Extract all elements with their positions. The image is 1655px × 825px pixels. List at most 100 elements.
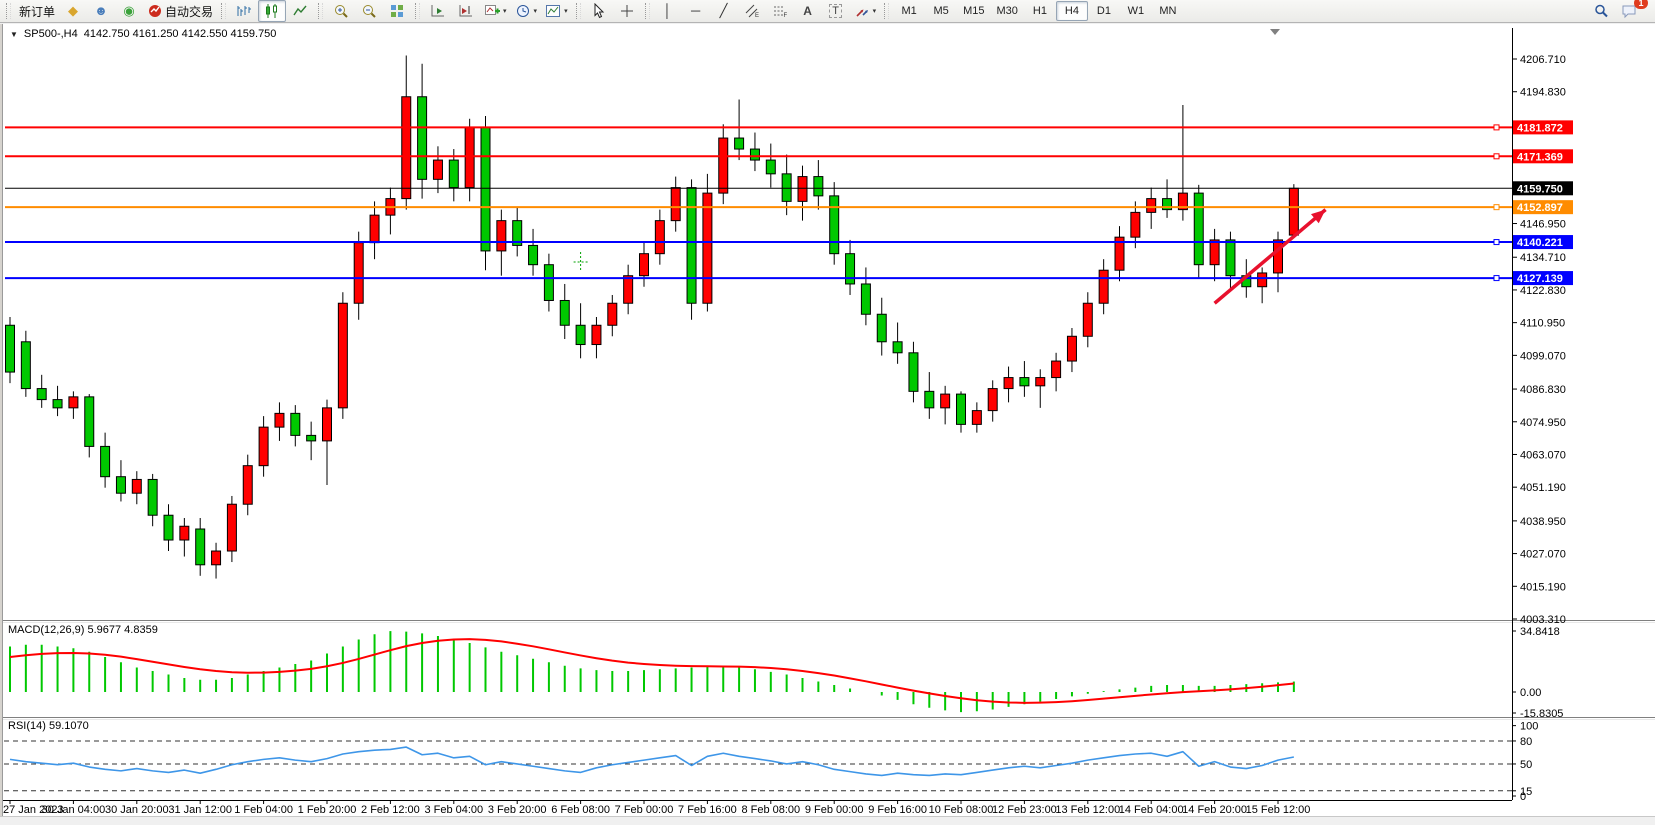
chart-window: 4206.7104194.8304146.9504134.7104122.830… bbox=[0, 24, 1655, 816]
zoom-out-button[interactable] bbox=[355, 0, 383, 22]
price-line[interactable] bbox=[5, 120, 1573, 134]
svg-text:F: F bbox=[783, 13, 787, 19]
horizontal-line-icon: ─ bbox=[691, 3, 700, 19]
svg-text:1 Feb 04:00: 1 Feb 04:00 bbox=[234, 804, 293, 816]
channel-tool-button[interactable]: E bbox=[738, 0, 766, 22]
template-icon bbox=[545, 3, 561, 19]
svg-text:4027.070: 4027.070 bbox=[1520, 549, 1566, 561]
zoom-in-icon bbox=[333, 3, 349, 19]
auto-trading-label: 自动交易 bbox=[165, 3, 213, 20]
chart-shift-icon bbox=[458, 3, 474, 19]
chart-title[interactable]: ▼ SP500-,H4 4142.750 4161.250 4142.550 4… bbox=[10, 28, 276, 40]
svg-text:4074.950: 4074.950 bbox=[1520, 417, 1566, 429]
text-label-tool-button[interactable]: T bbox=[822, 0, 850, 22]
svg-text:8 Feb 08:00: 8 Feb 08:00 bbox=[741, 804, 800, 816]
tile-windows-icon bbox=[389, 3, 405, 19]
chat-button[interactable]: 1 bbox=[1615, 0, 1643, 22]
search-button[interactable] bbox=[1587, 0, 1615, 22]
price-line[interactable] bbox=[5, 271, 1573, 285]
periods-button[interactable]: ▾ bbox=[511, 0, 542, 22]
timeframe-w1[interactable]: W1 bbox=[1120, 1, 1152, 21]
svg-text:4159.750: 4159.750 bbox=[1517, 183, 1563, 195]
toolbar-grip bbox=[884, 3, 889, 19]
shift-marker[interactable] bbox=[1270, 29, 1280, 35]
trendline-tool-button[interactable]: ╱ bbox=[710, 0, 738, 22]
svg-text:4146.950: 4146.950 bbox=[1520, 219, 1566, 231]
fibonacci-icon: F bbox=[772, 3, 788, 19]
crosshair-tool-button[interactable] bbox=[613, 0, 641, 22]
notification-badge: 1 bbox=[1634, 0, 1648, 9]
auto-scroll-button[interactable] bbox=[424, 0, 452, 22]
new-order-button[interactable]: 新订单 bbox=[15, 0, 59, 22]
toolbar-grip bbox=[415, 3, 420, 19]
timeframe-m30[interactable]: M30 bbox=[991, 1, 1024, 21]
svg-text:4122.830: 4122.830 bbox=[1520, 285, 1566, 297]
svg-text:7 Feb 16:00: 7 Feb 16:00 bbox=[678, 804, 737, 816]
toolbar-grip bbox=[318, 3, 323, 19]
tile-windows-button[interactable] bbox=[383, 0, 411, 22]
svg-text:10 Feb 08:00: 10 Feb 08:00 bbox=[929, 804, 994, 816]
svg-text:4051.190: 4051.190 bbox=[1520, 482, 1566, 494]
svg-text:4038.950: 4038.950 bbox=[1520, 516, 1566, 528]
vertical-line-icon: │ bbox=[664, 3, 672, 19]
timeframe-mn[interactable]: MN bbox=[1152, 1, 1184, 21]
horizontal-line-tool-button[interactable]: ─ bbox=[682, 0, 710, 22]
toolbar-grip bbox=[576, 3, 581, 19]
svg-text:4003.310: 4003.310 bbox=[1520, 614, 1566, 626]
svg-text:50: 50 bbox=[1520, 759, 1532, 771]
dropdown-caret: ▾ bbox=[534, 7, 538, 15]
svg-text:4110.950: 4110.950 bbox=[1520, 318, 1565, 330]
timeframe-m1[interactable]: M1 bbox=[893, 1, 925, 21]
templates-button[interactable]: ▾ bbox=[541, 0, 572, 22]
price-line[interactable] bbox=[5, 200, 1573, 214]
svg-text:31 Jan 12:00: 31 Jan 12:00 bbox=[168, 804, 232, 816]
dropdown-caret: ▾ bbox=[873, 7, 877, 15]
rsi-indicator-label: RSI(14) 59.1070 bbox=[8, 720, 89, 732]
cursor-tool-button[interactable] bbox=[585, 0, 613, 22]
svg-text:4015.190: 4015.190 bbox=[1520, 581, 1566, 593]
order-ticket-button[interactable]: ◆ bbox=[59, 0, 87, 22]
timeframe-m15[interactable]: M15 bbox=[957, 1, 990, 21]
zoom-in-button[interactable] bbox=[327, 0, 355, 22]
svg-text:2 Feb 12:00: 2 Feb 12:00 bbox=[361, 804, 420, 816]
svg-text:4086.830: 4086.830 bbox=[1520, 384, 1566, 396]
arrows-tool-button[interactable]: ▾ bbox=[850, 0, 881, 22]
dropdown-caret: ▾ bbox=[564, 7, 568, 15]
svg-text:4181.872: 4181.872 bbox=[1517, 122, 1563, 134]
timeframe-h4[interactable]: H4 bbox=[1056, 1, 1088, 21]
svg-text:4063.070: 4063.070 bbox=[1520, 449, 1566, 461]
chart-menu-icon[interactable]: ▼ bbox=[10, 30, 18, 39]
svg-text:4152.897: 4152.897 bbox=[1517, 202, 1563, 214]
indicators-button[interactable]: ▾ bbox=[480, 0, 511, 22]
trade-marker[interactable] bbox=[574, 252, 588, 272]
svg-text:4134.710: 4134.710 bbox=[1520, 252, 1566, 264]
fibonacci-tool-button[interactable]: F bbox=[766, 0, 794, 22]
timeframe-h1[interactable]: H1 bbox=[1024, 1, 1056, 21]
svg-text:3 Feb 20:00: 3 Feb 20:00 bbox=[488, 804, 547, 816]
svg-text:7 Feb 00:00: 7 Feb 00:00 bbox=[615, 804, 674, 816]
chart-shift-button[interactable] bbox=[452, 0, 480, 22]
candles-layer bbox=[6, 55, 1299, 578]
price-line[interactable] bbox=[5, 235, 1573, 249]
auto-trading-button[interactable]: 自动交易 bbox=[143, 0, 217, 22]
line-chart-mode-button[interactable] bbox=[286, 0, 314, 22]
ohlc-values: 4142.750 4161.250 4142.550 4159.750 bbox=[84, 28, 277, 40]
channel-icon: E bbox=[744, 3, 760, 19]
price-line[interactable] bbox=[5, 149, 1573, 163]
clock-icon bbox=[515, 3, 531, 19]
candlestick-mode-button[interactable] bbox=[258, 0, 286, 22]
svg-text:4206.710: 4206.710 bbox=[1520, 54, 1566, 66]
timeframe-m5[interactable]: M5 bbox=[925, 1, 957, 21]
price-chart-canvas[interactable]: 4206.7104194.8304146.9504134.7104122.830… bbox=[0, 24, 1655, 816]
bar-chart-mode-button[interactable] bbox=[230, 0, 258, 22]
expert-advisor-icon: ☻ bbox=[94, 3, 108, 19]
crosshair-icon bbox=[619, 3, 635, 19]
text-tool-button[interactable]: A bbox=[794, 0, 822, 22]
svg-text:1 Feb 20:00: 1 Feb 20:00 bbox=[298, 804, 357, 816]
svg-text:12 Feb 23:00: 12 Feb 23:00 bbox=[992, 804, 1057, 816]
timeframe-d1[interactable]: D1 bbox=[1088, 1, 1120, 21]
expert-advisors-button[interactable]: ☻ bbox=[87, 0, 115, 22]
signals-button[interactable]: ◉ bbox=[115, 0, 143, 22]
svg-text:100: 100 bbox=[1520, 721, 1538, 733]
vertical-line-tool-button[interactable]: │ bbox=[654, 0, 682, 22]
